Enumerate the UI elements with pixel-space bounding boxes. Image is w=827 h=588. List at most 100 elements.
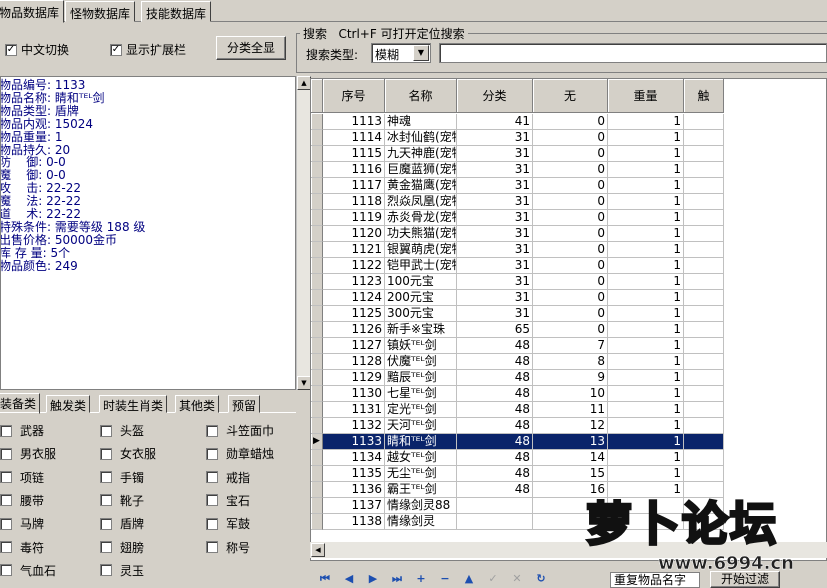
table-cell[interactable]: 1120: [323, 226, 385, 242]
table-cell[interactable]: 镇妖ᵀᴱᴸ剑: [385, 338, 457, 354]
row-indicator[interactable]: [311, 242, 323, 258]
table-cell[interactable]: 越女ᵀᴱᴸ剑: [385, 450, 457, 466]
table-row[interactable]: 1134 越女ᵀᴱᴸ剑 48 14 1: [311, 450, 724, 466]
table-cell[interactable]: 65: [457, 322, 533, 338]
checkbox-box[interactable]: [0, 424, 12, 437]
table-row[interactable]: 1127 镇妖ᵀᴱᴸ剑 48 7 1: [311, 338, 724, 354]
tab-reserved[interactable]: 预留: [228, 395, 261, 413]
table-cell[interactable]: 0: [533, 162, 608, 178]
checkbox-box[interactable]: [100, 541, 112, 553]
table-cell[interactable]: [684, 242, 724, 258]
table-row[interactable]: 1123 100元宝 31 0 1: [311, 274, 724, 290]
table-cell[interactable]: 1113: [323, 114, 385, 130]
table-cell[interactable]: 1136: [323, 482, 385, 498]
table-cell[interactable]: 1125: [323, 306, 385, 322]
column-header[interactable]: 重量: [608, 79, 684, 113]
first-record-icon[interactable]: ⏮: [318, 572, 332, 586]
delete-record-icon[interactable]: −: [438, 572, 452, 586]
category-checkbox[interactable]: 斗笠面巾: [206, 422, 274, 439]
checkbox-box[interactable]: [206, 447, 218, 460]
table-cell[interactable]: 300元宝: [385, 306, 457, 322]
table-row[interactable]: 1113 神魂 41 0 1: [311, 114, 724, 130]
table-cell[interactable]: 1: [608, 226, 684, 242]
table-cell[interactable]: 200元宝: [385, 290, 457, 306]
table-cell[interactable]: 1116: [323, 162, 385, 178]
column-header[interactable]: 序号: [323, 79, 385, 113]
tab-monster-database[interactable]: 怪物数据库: [65, 1, 136, 22]
row-indicator[interactable]: [311, 162, 323, 178]
filter-dropdown[interactable]: 重复物品名字: [610, 572, 700, 588]
table-cell[interactable]: 48: [457, 466, 533, 482]
table-row[interactable]: 1121银翼萌虎(宠物蛋)3101: [311, 242, 724, 258]
category-checkbox[interactable]: 盾牌: [100, 515, 144, 532]
table-cell[interactable]: 1132: [323, 418, 385, 434]
table-cell[interactable]: 冰封仙鹤(宠物蛋): [385, 130, 457, 146]
table-cell[interactable]: 1131: [323, 402, 385, 418]
table-cell[interactable]: 0: [533, 274, 608, 290]
table-cell[interactable]: 1: [608, 370, 684, 386]
table-cell[interactable]: 1: [608, 354, 684, 370]
table-cell[interactable]: [684, 162, 724, 178]
category-checkbox[interactable]: 手镯: [100, 469, 144, 486]
category-checkbox[interactable]: 翅膀: [100, 539, 144, 556]
table-cell[interactable]: 31: [457, 130, 533, 146]
table-cell[interactable]: 1133: [323, 434, 385, 450]
row-indicator[interactable]: [311, 114, 323, 130]
row-indicator[interactable]: [311, 450, 323, 466]
row-indicator[interactable]: [311, 338, 323, 354]
table-cell[interactable]: 1129: [323, 370, 385, 386]
checkbox-box[interactable]: ✓: [5, 43, 17, 56]
table-cell[interactable]: 1: [608, 482, 684, 498]
table-row[interactable]: 1125 300元宝 31 0 1: [311, 306, 724, 322]
table-cell[interactable]: 31: [457, 258, 533, 274]
table-cell[interactable]: [684, 194, 724, 210]
table-cell[interactable]: 7: [533, 338, 608, 354]
table-cell[interactable]: 1: [608, 306, 684, 322]
table-cell[interactable]: [684, 514, 724, 530]
category-checkbox[interactable]: 靴子: [100, 492, 144, 509]
table-cell[interactable]: [684, 338, 724, 354]
table-cell[interactable]: 1: [608, 322, 684, 338]
tab-other[interactable]: 其他类: [175, 395, 220, 413]
table-cell[interactable]: 伏魔ᵀᴱᴸ剑: [385, 354, 457, 370]
table-cell[interactable]: 1123: [323, 274, 385, 290]
table-cell[interactable]: 14: [533, 450, 608, 466]
table-row[interactable]: 1138 情缘剑灵: [311, 514, 724, 530]
add-record-icon[interactable]: +: [414, 572, 428, 586]
table-cell[interactable]: 1: [608, 386, 684, 402]
table-cell[interactable]: 15: [533, 466, 608, 482]
checkbox-box[interactable]: [100, 517, 112, 530]
row-indicator[interactable]: [311, 482, 323, 498]
table-row[interactable]: ▶ 1133 睛和ᵀᴱᴸ剑 48 13 1: [311, 434, 724, 450]
table-cell[interactable]: 1: [608, 258, 684, 274]
table-cell[interactable]: 12: [533, 418, 608, 434]
table-cell[interactable]: 1: [608, 178, 684, 194]
checkbox-box[interactable]: [0, 517, 12, 530]
table-cell[interactable]: [608, 514, 684, 530]
row-indicator[interactable]: ▶: [311, 434, 323, 450]
row-indicator[interactable]: [311, 130, 323, 146]
table-cell[interactable]: 1: [608, 130, 684, 146]
table-cell[interactable]: 48: [457, 370, 533, 386]
table-cell[interactable]: 1117: [323, 178, 385, 194]
table-cell[interactable]: [684, 210, 724, 226]
row-indicator[interactable]: [311, 370, 323, 386]
checkbox-box[interactable]: [0, 564, 12, 577]
table-cell[interactable]: 16: [533, 482, 608, 498]
table-cell[interactable]: 48: [457, 418, 533, 434]
category-checkbox[interactable]: 毒符: [0, 539, 44, 556]
table-row[interactable]: 1126 新手※宝珠 65 0 1: [311, 322, 724, 338]
checkbox-box[interactable]: [206, 517, 218, 530]
table-cell[interactable]: 银翼萌虎(宠物蛋): [385, 242, 457, 258]
table-cell[interactable]: 烈焱凤凰(宠物蛋): [385, 194, 457, 210]
table-cell[interactable]: 48: [457, 354, 533, 370]
table-cell[interactable]: 31: [457, 226, 533, 242]
table-cell[interactable]: 8: [533, 354, 608, 370]
table-cell[interactable]: 1: [608, 434, 684, 450]
row-indicator[interactable]: [311, 146, 323, 162]
table-cell[interactable]: 1124: [323, 290, 385, 306]
checkbox-box[interactable]: [0, 471, 12, 484]
search-input[interactable]: [439, 43, 827, 63]
column-header[interactable]: 名称: [385, 79, 457, 113]
table-cell[interactable]: 铠甲武士(宠物蛋): [385, 258, 457, 274]
